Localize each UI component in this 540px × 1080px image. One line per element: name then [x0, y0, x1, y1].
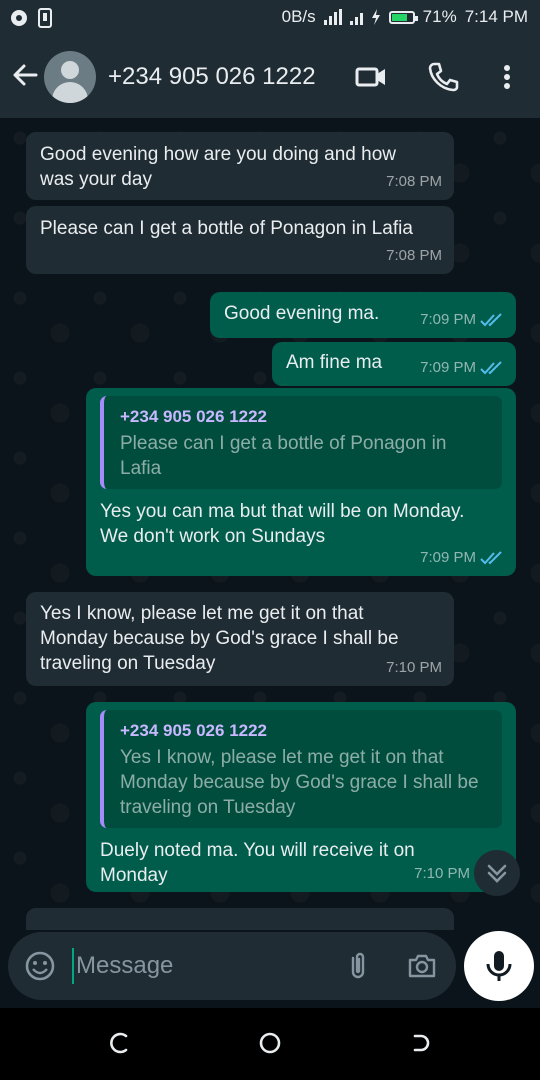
status-bar: 0B/s 71% 7:14 PM — [0, 0, 540, 36]
video-call-icon[interactable] — [354, 60, 388, 94]
system-nav-bar — [0, 1008, 540, 1080]
mic-button[interactable] — [464, 931, 534, 1001]
sim-icon — [38, 8, 52, 28]
read-tick-icon — [480, 312, 502, 326]
message-bubble-partial[interactable] — [26, 908, 454, 930]
mic-icon — [486, 951, 512, 981]
message-composer: Message — [8, 932, 456, 1000]
quoted-sender: +234 905 026 1222 — [120, 721, 268, 740]
message-bubble[interactable]: +234 905 026 1222 Please can I get a bot… — [86, 388, 516, 576]
more-vert-icon[interactable] — [490, 60, 524, 94]
message-bubble[interactable]: Please can I get a bottle of Ponagon in … — [26, 206, 454, 274]
message-bubble[interactable]: Good evening ma. 7:09 PM — [210, 292, 516, 338]
back-arrow-icon[interactable] — [10, 60, 40, 90]
avatar[interactable] — [44, 51, 96, 103]
message-bubble[interactable]: +234 905 026 1222 Yes I know, please let… — [86, 702, 516, 892]
message-time: 7:09 PM — [420, 307, 504, 332]
signal-2-icon — [349, 9, 363, 25]
message-text: Yes you can ma but that will be on Monda… — [100, 501, 465, 547]
double-chevron-down-icon — [487, 864, 507, 883]
message-text: Yes I know, please let me get it on that… — [40, 603, 399, 674]
clock: 7:14 PM — [464, 7, 528, 26]
quoted-text: Yes I know, please let me get it on that… — [120, 747, 479, 818]
message-bubble[interactable]: Am fine ma 7:09 PM — [272, 342, 516, 386]
message-bubble[interactable]: Good evening how are you doing and how w… — [26, 132, 454, 200]
attach-icon[interactable] — [342, 950, 374, 982]
home-icon[interactable] — [255, 1028, 285, 1058]
message-time: 7:09 PM — [420, 545, 504, 570]
quoted-message[interactable]: +234 905 026 1222 Please can I get a bot… — [100, 396, 502, 489]
emoji-icon[interactable] — [24, 950, 56, 982]
recents-icon[interactable] — [106, 1028, 136, 1058]
text-cursor — [72, 948, 74, 984]
message-time: 7:09 PM — [420, 355, 504, 380]
quoted-text: Please can I get a bottle of Ponagon in … — [120, 433, 447, 479]
quoted-sender: +234 905 026 1222 — [120, 407, 268, 426]
battery-icon — [388, 10, 418, 24]
notification-icon — [11, 10, 27, 26]
signal-icon — [323, 9, 342, 25]
voice-call-icon[interactable] — [426, 60, 460, 94]
message-time: 7:10 PM — [414, 865, 470, 882]
charging-icon — [371, 9, 380, 25]
message-bubble[interactable]: Yes I know, please let me get it on that… — [26, 592, 454, 686]
read-tick-icon — [480, 550, 502, 564]
message-time: 7:08 PM — [386, 247, 442, 264]
message-text: Good evening how are you doing and how w… — [40, 144, 396, 190]
chat-area[interactable]: Good evening how are you doing and how w… — [0, 118, 540, 930]
contact-name[interactable]: +234 905 026 1222 — [108, 63, 316, 91]
message-text: Please can I get a bottle of Ponagon in … — [40, 218, 413, 239]
net-speed: 0B/s — [281, 7, 316, 26]
battery-percent: 71% — [422, 7, 457, 26]
message-text: Duely noted ma. You will receive it on M… — [100, 840, 415, 886]
message-input[interactable]: Message — [76, 952, 173, 980]
quoted-message[interactable]: +234 905 026 1222 Yes I know, please let… — [100, 710, 502, 828]
message-time: 7:08 PM — [386, 173, 442, 190]
message-time: 7:10 PM — [386, 659, 442, 676]
camera-icon[interactable] — [406, 950, 438, 982]
read-tick-icon — [480, 360, 502, 374]
scroll-down-button[interactable] — [474, 850, 520, 896]
back-nav-icon[interactable] — [405, 1028, 435, 1058]
chat-header: +234 905 026 1222 — [0, 36, 540, 118]
